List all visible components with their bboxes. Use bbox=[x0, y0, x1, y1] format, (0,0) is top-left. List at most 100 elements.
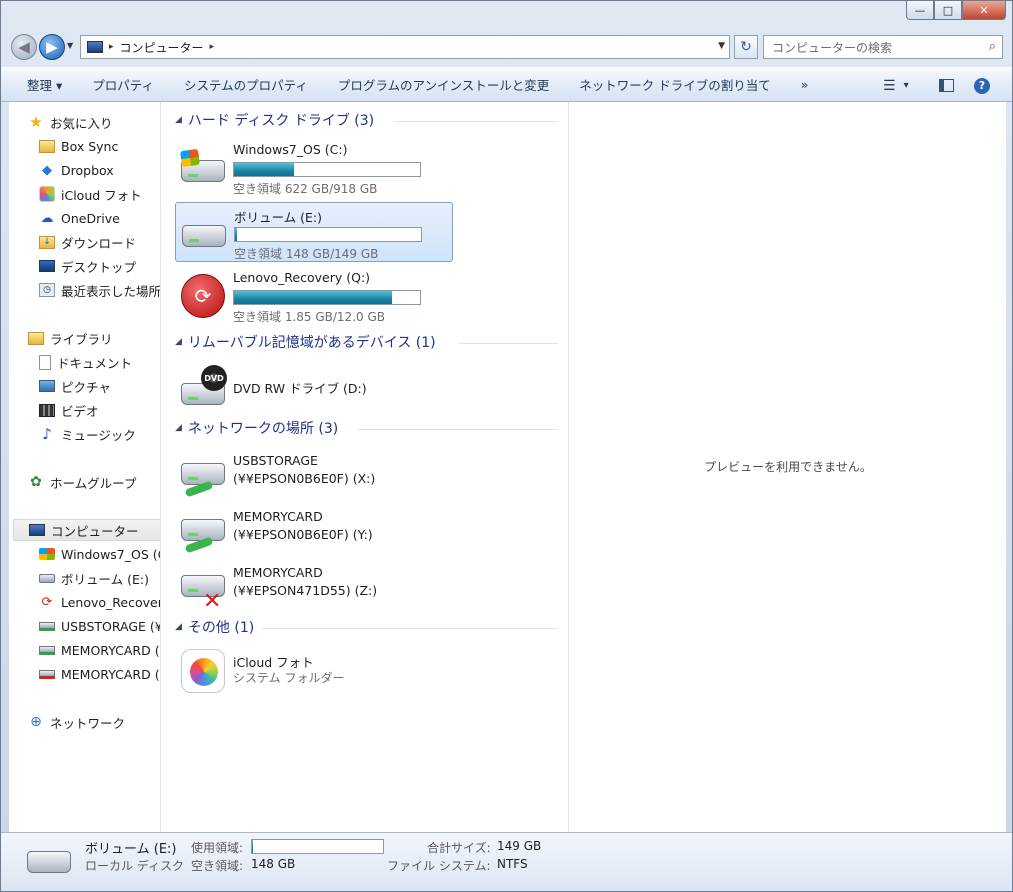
search-input[interactable]: コンピューターの検索 ⌕ bbox=[763, 35, 1003, 59]
network-icon: ⊕ bbox=[30, 714, 42, 730]
windows-drive-icon bbox=[179, 146, 227, 190]
disconnected-network-drive-icon bbox=[39, 669, 55, 679]
change-view-button[interactable]: ☰ ▾ bbox=[883, 68, 909, 103]
network-drive-name: MEMORYCARD bbox=[233, 565, 323, 580]
icloud-photos-icon bbox=[179, 647, 227, 693]
nav-drive-y[interactable]: MEMORYCARD (¥ bbox=[39, 639, 160, 661]
view-list-icon: ☰ bbox=[883, 77, 896, 94]
navigation-pane: ★ お気に入り Box Sync ◆ Dropbox iCloud フォト ☁ One… bbox=[9, 102, 161, 832]
minimize-icon: — bbox=[914, 3, 926, 17]
network-drive-name: MEMORYCARD bbox=[233, 509, 323, 524]
selected-item-name: ボリューム (E:) bbox=[85, 842, 177, 857]
help-icon: ? bbox=[974, 77, 990, 94]
icloud-photos-tile[interactable]: iCloud フォト システム フォルダー bbox=[175, 645, 453, 705]
group-header-other[interactable]: ◢ その他 (1) bbox=[175, 616, 254, 638]
nav-box-sync[interactable]: Box Sync bbox=[39, 135, 118, 157]
drive-tile-q[interactable]: ⟳ Lenovo_Recovery (Q:) 空き領域 1.85 GB/12.0… bbox=[175, 266, 453, 326]
nav-downloads[interactable]: ↓ ダウンロード bbox=[39, 231, 136, 253]
dvd-drive-tile[interactable]: DVD DVD RW ドライブ (D:) bbox=[175, 355, 453, 415]
map-network-drive-button[interactable]: ネットワーク ドライブの割り当て bbox=[564, 67, 785, 102]
nav-drive-x[interactable]: USBSTORAGE (¥ bbox=[39, 615, 160, 637]
total-size-value: 149 GB bbox=[497, 839, 542, 853]
collapse-triangle-icon: ◢ bbox=[175, 115, 182, 125]
computer-icon bbox=[29, 524, 45, 536]
drive-tile-c[interactable]: Windows7_OS (C:) 空き領域 622 GB/918 GB bbox=[175, 138, 453, 198]
nav-favorites[interactable]: ★ お気に入り bbox=[28, 111, 112, 133]
more-commands-button[interactable]: » bbox=[786, 67, 824, 102]
drive-name: DVD RW ドライブ (D:) bbox=[233, 381, 367, 396]
content-area: ★ お気に入り Box Sync ◆ Dropbox iCloud フォト ☁ One… bbox=[9, 102, 1006, 832]
drive-free-space: 空き領域 622 GB/918 GB bbox=[233, 182, 378, 196]
nav-recent-places[interactable]: ◷ 最近表示した場所 bbox=[39, 279, 160, 301]
nav-computer[interactable]: コンピューター bbox=[13, 519, 160, 541]
downloads-icon: ↓ bbox=[39, 235, 55, 249]
icloud-photos-icon bbox=[39, 186, 55, 202]
nav-music[interactable]: ♪ ミュージック bbox=[39, 423, 136, 445]
nav-libraries[interactable]: ライブラリ bbox=[28, 327, 113, 349]
group-header-hdd[interactable]: ◢ ハード ディスク ドライブ (3) bbox=[175, 109, 374, 131]
organize-button[interactable]: 整理 ▾ bbox=[1, 67, 77, 102]
group-header-removable[interactable]: ◢ リムーバブル記憶域があるデバイス (1) bbox=[175, 331, 436, 353]
minimize-button[interactable]: — bbox=[906, 1, 934, 20]
properties-button[interactable]: プロパティ bbox=[77, 67, 169, 102]
breadcrumb-separator[interactable]: ▸ bbox=[210, 42, 215, 52]
command-bar: 整理 ▾ プロパティ システムのプロパティ プログラムのアンインストールと変更 … bbox=[1, 67, 1012, 102]
help-button[interactable]: ? bbox=[974, 68, 990, 103]
nav-onedrive[interactable]: ☁ OneDrive bbox=[39, 207, 120, 229]
search-icon[interactable]: ⌕ bbox=[989, 39, 996, 54]
maximize-button[interactable]: □ bbox=[934, 1, 962, 20]
address-history-dropdown[interactable]: ▼ bbox=[718, 41, 725, 51]
drive-tile-e[interactable]: ボリューム (E:) 空き領域 148 GB/149 GB bbox=[175, 202, 453, 262]
uninstall-program-button[interactable]: プログラムのアンインストールと変更 bbox=[323, 67, 564, 102]
nav-icloud-photos[interactable]: iCloud フォト bbox=[39, 183, 142, 205]
disconnected-network-drive-icon: ✕ bbox=[179, 567, 227, 614]
preview-pane-button[interactable] bbox=[939, 68, 954, 103]
nav-documents[interactable]: ドキュメント bbox=[39, 351, 132, 373]
used-space-bar bbox=[251, 839, 384, 854]
nav-desktop[interactable]: デスクトップ bbox=[39, 255, 136, 277]
nav-network[interactable]: ⊕ ネットワーク bbox=[28, 711, 125, 733]
nav-drive-c[interactable]: Windows7_OS (C bbox=[39, 543, 160, 565]
recent-places-icon: ◷ bbox=[39, 283, 55, 297]
group-header-network[interactable]: ◢ ネットワークの場所 (3) bbox=[175, 417, 338, 439]
close-button[interactable]: ✕ bbox=[962, 1, 1006, 20]
nav-drive-z[interactable]: MEMORYCARD (¥ bbox=[39, 663, 160, 685]
nav-drive-q[interactable]: ⟳ Lenovo_Recovery bbox=[39, 591, 160, 613]
drive-free-space: 空き領域 148 GB/149 GB bbox=[234, 247, 379, 261]
drive-usage-fill bbox=[235, 228, 237, 241]
network-drive-path: (¥¥EPSON0B6E0F) (Y:) bbox=[233, 527, 373, 542]
drive-usage-fill bbox=[234, 291, 393, 304]
details-pane: ボリューム (E:) 使用領域: 合計サイズ: 149 GB ローカル ディスク… bbox=[1, 832, 1012, 891]
back-button[interactable]: ◀ bbox=[11, 34, 37, 60]
collapse-triangle-icon: ◢ bbox=[175, 622, 182, 632]
network-drive-tile-x[interactable]: USBSTORAGE (¥¥EPSON0B6E0F) (X:) bbox=[175, 447, 453, 507]
network-drive-tile-z[interactable]: ✕ MEMORYCARD (¥¥EPSON471D55) (Z:) bbox=[175, 559, 453, 619]
system-properties-button[interactable]: システムのプロパティ bbox=[169, 67, 323, 102]
nav-homegroup[interactable]: ✿ ホームグループ bbox=[28, 471, 136, 493]
nav-drive-e[interactable]: ボリューム (E:) bbox=[39, 567, 149, 589]
network-drive-path: (¥¥EPSON0B6E0F) (X:) bbox=[233, 471, 376, 486]
network-drive-tile-y[interactable]: MEMORYCARD (¥¥EPSON0B6E0F) (Y:) bbox=[175, 503, 453, 563]
folder-icon bbox=[39, 139, 55, 153]
breadcrumb-computer[interactable]: コンピューター bbox=[120, 39, 204, 56]
forward-button[interactable]: ▶ bbox=[39, 34, 65, 60]
refresh-button[interactable]: ↻ bbox=[734, 35, 758, 59]
hard-drive-icon bbox=[39, 573, 55, 583]
nav-pictures[interactable]: ピクチャ bbox=[39, 375, 111, 397]
maximize-icon: □ bbox=[942, 3, 954, 17]
network-drive-icon bbox=[39, 621, 55, 631]
recent-pages-dropdown[interactable]: ▼ bbox=[67, 41, 73, 50]
total-size-label: 合計サイズ: bbox=[427, 841, 491, 855]
homegroup-icon: ✿ bbox=[30, 474, 42, 490]
close-icon: ✕ bbox=[979, 3, 989, 17]
file-list: ◢ ハード ディスク ドライブ (3) Windows7_OS (C:) 空き領域… bbox=[162, 102, 568, 832]
file-system-label: ファイル システム: bbox=[387, 859, 491, 873]
address-bar[interactable]: ▸ コンピューター ▸ ▼ bbox=[80, 35, 730, 59]
chevron-down-icon: ▾ bbox=[903, 80, 909, 91]
nav-videos[interactable]: ビデオ bbox=[39, 399, 99, 421]
network-drive-icon bbox=[179, 455, 227, 499]
breadcrumb-separator[interactable]: ▸ bbox=[109, 42, 114, 52]
nav-dropbox[interactable]: ◆ Dropbox bbox=[39, 159, 114, 181]
cloud-icon: ☁ bbox=[40, 210, 54, 226]
arrow-right-icon: ▶ bbox=[46, 38, 58, 56]
